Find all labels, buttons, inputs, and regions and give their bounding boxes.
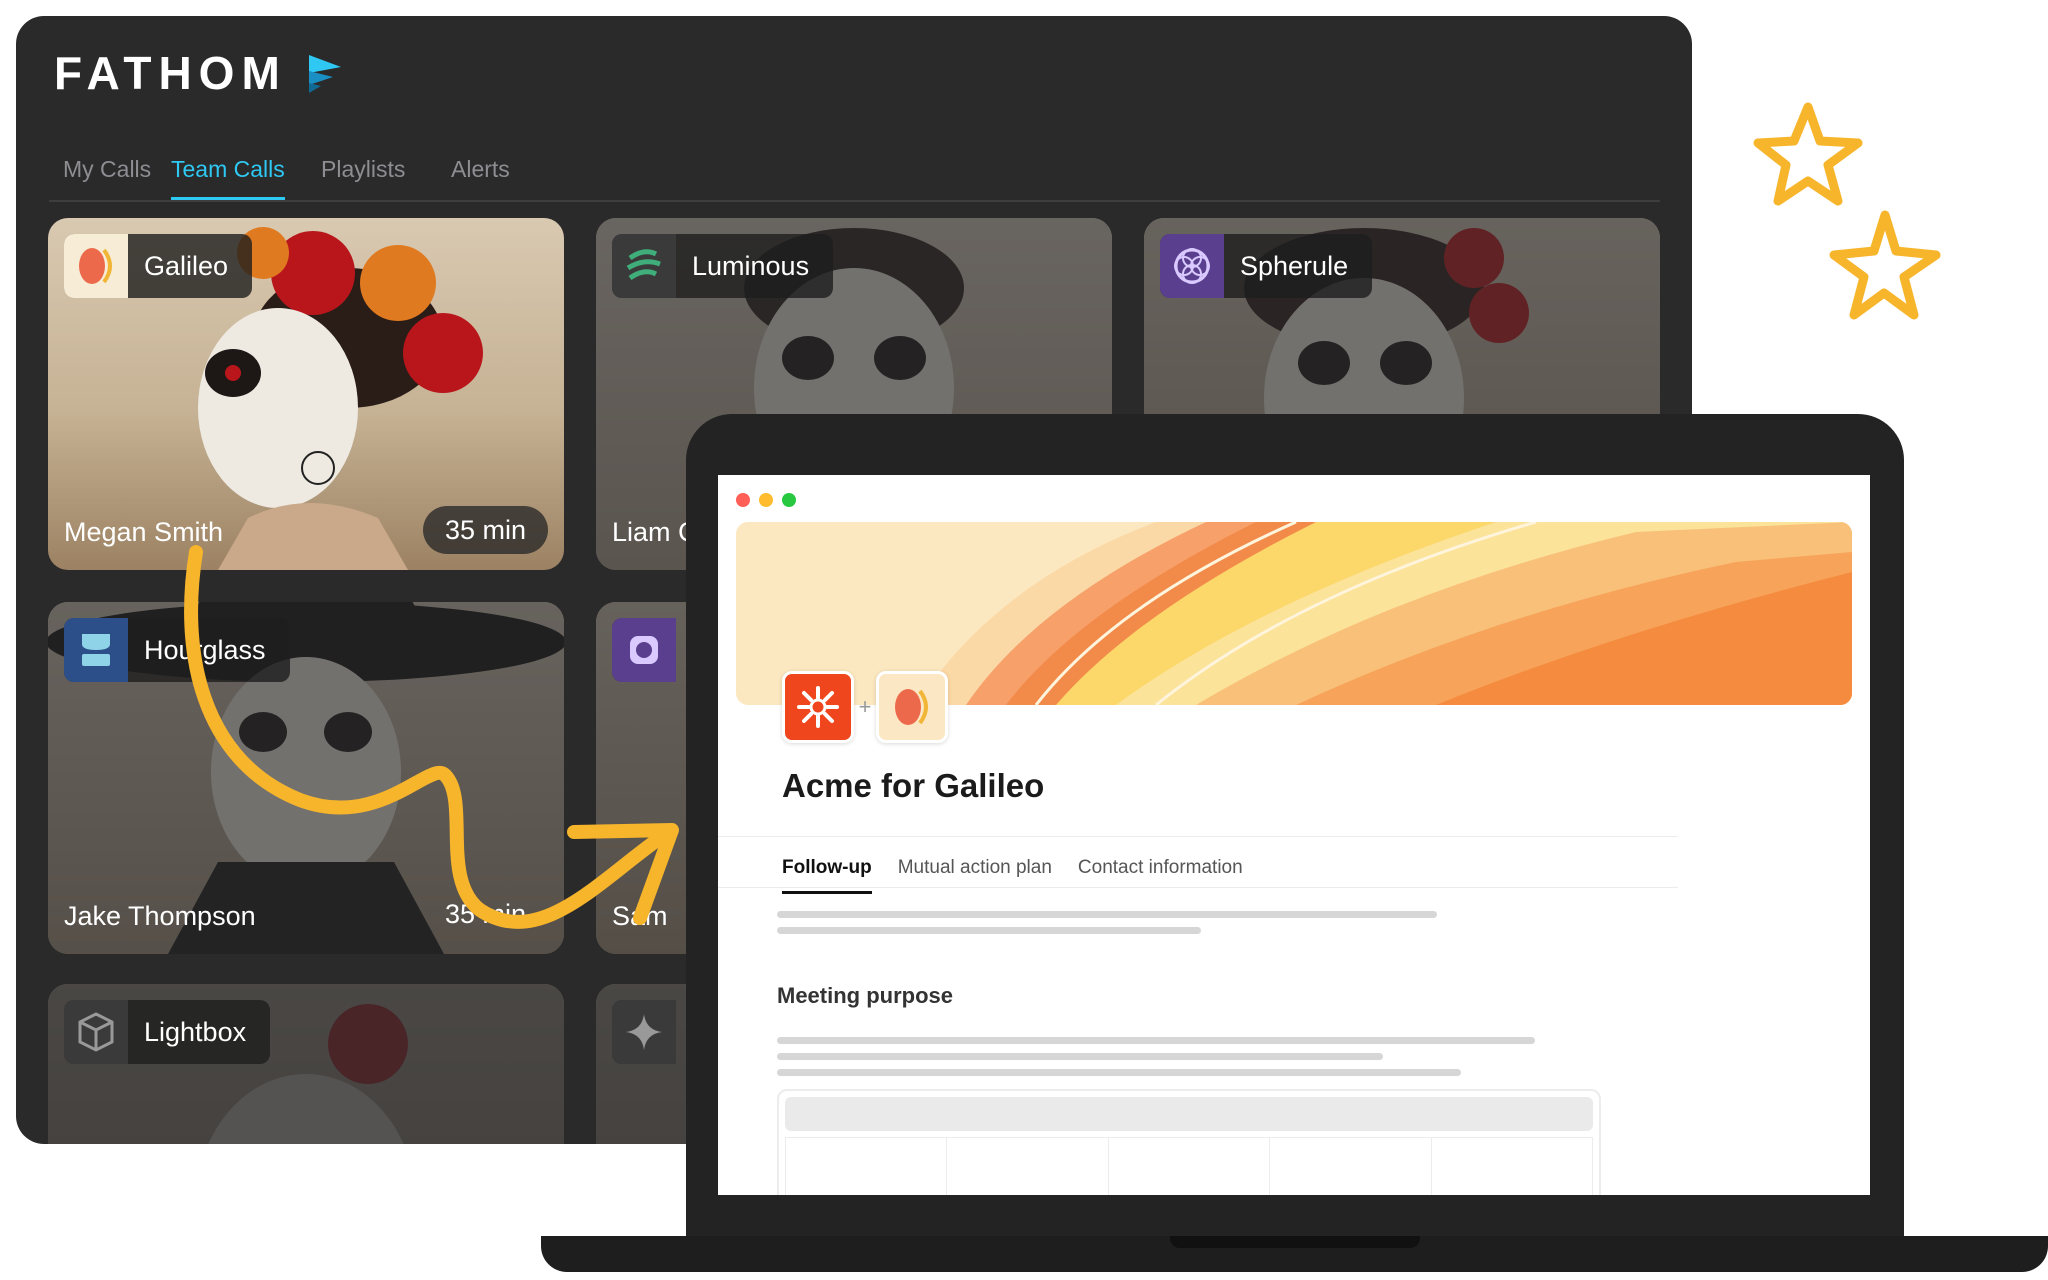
duration-badge: 35 min xyxy=(422,506,548,554)
star-icon xyxy=(1753,102,1941,320)
person-name: Sam xyxy=(612,901,668,931)
tab-contact-information[interactable]: Contact information xyxy=(1078,857,1243,894)
text-placeholder xyxy=(777,927,1201,934)
window-controls xyxy=(736,493,796,507)
company-tag: Lightbox xyxy=(64,1000,271,1064)
text-placeholder xyxy=(777,1037,1535,1044)
fathom-logo-text: FATHOM xyxy=(54,47,287,99)
workspace-tabs: Follow-up Mutual action plan Contact inf… xyxy=(782,857,1243,894)
luminous-logo-icon xyxy=(612,234,676,298)
acme-logo-icon xyxy=(782,671,854,743)
table-header-placeholder xyxy=(785,1097,1593,1131)
company-name: Luminous xyxy=(692,250,810,281)
page-title: Acme for Galileo xyxy=(782,767,1045,804)
spherule-logo-icon xyxy=(1160,234,1224,298)
company-name: Hourglass xyxy=(144,634,266,665)
tab-mutual-action-plan[interactable]: Mutual action plan xyxy=(898,857,1052,894)
divider xyxy=(718,836,1678,837)
company-name: Lightbox xyxy=(144,1016,247,1047)
plus-icon: + xyxy=(858,694,872,719)
company-logo-pair: + xyxy=(782,671,948,743)
maximize-window-icon[interactable] xyxy=(782,493,796,507)
nav-tabs: My Calls Team Calls Playlists Alerts xyxy=(49,136,1660,202)
text-placeholder xyxy=(777,1053,1383,1060)
call-card[interactable]: Lightbox xyxy=(48,984,564,1144)
fathom-logo-icon xyxy=(308,55,341,93)
divider xyxy=(718,887,1678,888)
company-name: Galileo xyxy=(144,250,229,281)
lightbox-logo-icon xyxy=(64,1000,128,1064)
galileo-logo-icon xyxy=(64,234,128,298)
sparkle-icon xyxy=(612,1000,676,1064)
company-tag: Luminous xyxy=(612,234,834,298)
person-name: Megan Smith xyxy=(64,517,224,547)
person-name: Jake Thompson xyxy=(64,901,256,931)
tab-my-calls[interactable]: My Calls xyxy=(63,156,151,197)
company-tag xyxy=(612,1000,676,1064)
tab-playlists[interactable]: Playlists xyxy=(321,156,405,197)
call-card[interactable]: Galileo Megan Smith 35 min xyxy=(48,218,564,570)
tab-follow-up[interactable]: Follow-up xyxy=(782,857,872,894)
table-placeholder xyxy=(777,1089,1601,1195)
text-placeholder xyxy=(777,911,1437,918)
close-window-icon[interactable] xyxy=(736,493,750,507)
text-placeholder xyxy=(777,1069,1461,1076)
table-cells-placeholder xyxy=(785,1137,1594,1195)
laptop-notch xyxy=(1170,1236,1420,1248)
tab-alerts[interactable]: Alerts xyxy=(451,156,510,197)
company-tag: Spherule xyxy=(1160,234,1373,298)
hourglass-logo-icon xyxy=(64,618,128,682)
minimize-window-icon[interactable] xyxy=(759,493,773,507)
fathom-logo[interactable]: FATHOM xyxy=(54,46,345,100)
section-heading: Meeting purpose xyxy=(777,983,954,1008)
duration-badge: 35 min xyxy=(444,899,526,929)
company-tag xyxy=(612,618,676,682)
company-logo-icon xyxy=(612,618,676,682)
person-name: Liam C xyxy=(612,517,698,547)
galileo-logo-icon xyxy=(876,671,948,743)
call-card[interactable]: Hourglass Jake Thompson 35 min xyxy=(48,602,564,954)
tab-team-calls[interactable]: Team Calls xyxy=(171,156,285,200)
company-tag: Galileo xyxy=(64,234,253,298)
company-name: Spherule xyxy=(1240,250,1349,281)
laptop-screen: + Acme for Galileo Follow-up Mutual acti… xyxy=(718,475,1870,1195)
company-tag: Hourglass xyxy=(64,618,290,682)
